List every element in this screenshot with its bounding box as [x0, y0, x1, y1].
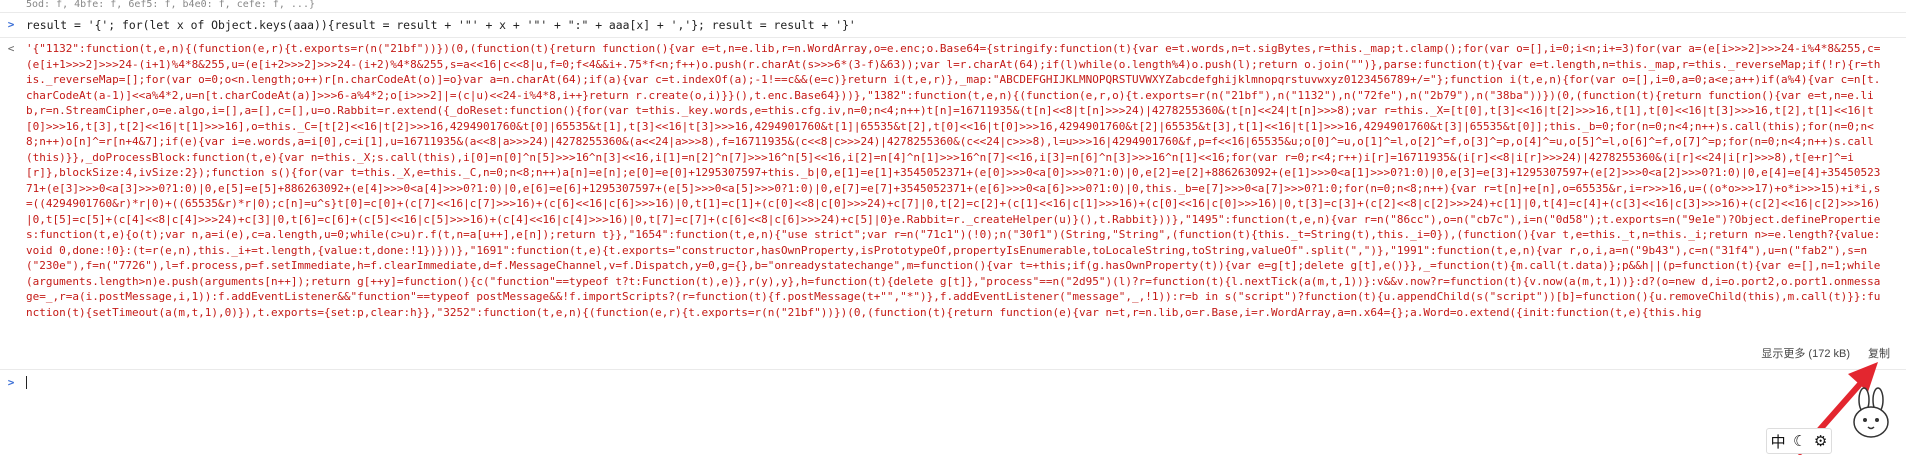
copy-button[interactable]: 复制	[1868, 345, 1890, 361]
moon-icon[interactable]: ☾	[1793, 432, 1806, 450]
console-result-entry: < '{"1132":function(t,e,n){(function(e,r…	[0, 38, 1906, 370]
gear-icon[interactable]: ⚙	[1814, 432, 1827, 450]
input-prompt-icon: >	[7, 18, 15, 31]
input-prompt-icon: >	[7, 376, 15, 389]
input-method-toolbar: 中 ☾ ⚙	[1766, 428, 1832, 454]
console-command-entry[interactable]: > result = '{'; for(let x of Object.keys…	[0, 13, 1906, 38]
result-string-value[interactable]: '{"1132":function(t,e,n){(function(e,r){…	[26, 41, 1886, 367]
chinese-mode-button[interactable]: 中	[1771, 431, 1786, 452]
console-input-line[interactable]: >	[0, 370, 1906, 396]
show-more-link[interactable]: 显示更多 (172 kB)	[1761, 348, 1850, 360]
result-prompt-icon: <	[7, 42, 15, 55]
previous-output-strip: 5od: f, 4bfe: f, 6ef5: f, b4e0: f, cefe:…	[0, 0, 1906, 13]
text-caret	[26, 376, 27, 389]
rabbit-mascot-icon	[1853, 387, 1889, 438]
devtools-console: 5od: f, 4bfe: f, 6ef5: f, b4e0: f, cefe:…	[0, 0, 1906, 466]
command-text[interactable]: result = '{'; for(let x of Object.keys(a…	[26, 18, 856, 32]
show-more-container: 显示更多 (172 kB)	[1755, 345, 1850, 361]
previous-output-text: 5od: f, 4bfe: f, 6ef5: f, b4e0: f, cefe:…	[26, 0, 315, 10]
